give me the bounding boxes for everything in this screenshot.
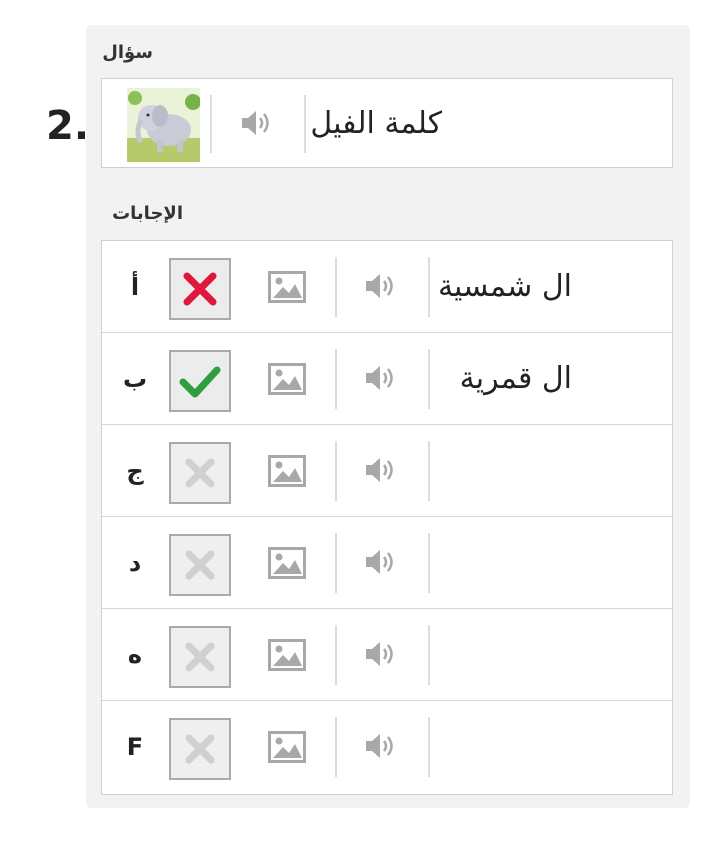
answers-list: أ ال شمسية ب ال قمرية ج د ه F [101,240,673,795]
answer-letter: د [128,549,142,577]
inactive-x-icon [185,642,215,672]
answers-section-label: الإجابات [112,203,183,224]
separator [335,533,337,593]
answer-state-toggle[interactable] [169,626,231,688]
inactive-x-icon [185,734,215,764]
separator [428,625,430,685]
answer-state-toggle[interactable] [169,534,231,596]
speaker-icon[interactable] [364,732,398,760]
add-image-icon[interactable] [268,547,306,579]
question-text-field[interactable]: كلمة الفيل [302,79,672,169]
answer-row: د [102,517,672,609]
speaker-icon[interactable] [364,640,398,668]
separator [335,625,337,685]
answer-text[interactable]: ال قمرية [460,333,572,425]
separator [335,441,337,501]
inactive-x-icon [185,458,215,488]
question-box: كلمة الفيل [101,78,673,168]
answer-row: ج [102,425,672,517]
add-image-icon[interactable] [268,731,306,763]
check-icon [179,366,221,398]
answer-wrong-toggle[interactable] [169,258,231,320]
answer-letter: أ [130,273,140,301]
speaker-icon[interactable] [364,548,398,576]
speaker-icon[interactable] [364,456,398,484]
inactive-x-icon [185,550,215,580]
question-section-label: سؤال [102,42,153,63]
answer-text[interactable]: ال شمسية [438,241,572,333]
answer-letter: ه [127,641,143,669]
answer-letter: ج [126,457,144,485]
separator [428,717,430,777]
add-image-icon[interactable] [268,639,306,671]
answer-letter: ب [122,365,148,393]
separator [428,257,430,317]
add-image-icon[interactable] [268,363,306,395]
answer-correct-toggle[interactable] [169,350,231,412]
question-text: كلمة الفيل [310,106,442,141]
speaker-icon[interactable] [240,109,274,137]
separator [210,95,212,153]
question-number: 2. [46,103,90,149]
elephant-image[interactable] [127,88,200,162]
separator [335,257,337,317]
add-image-icon[interactable] [268,271,306,303]
answer-state-toggle[interactable] [169,442,231,504]
separator [428,533,430,593]
separator [335,349,337,409]
answer-state-toggle[interactable] [169,718,231,780]
answer-row: ه [102,609,672,701]
speaker-icon[interactable] [364,272,398,300]
speaker-icon[interactable] [364,364,398,392]
separator [335,717,337,777]
wrong-x-icon [183,272,217,306]
add-image-icon[interactable] [268,455,306,487]
separator [428,349,430,409]
question-card: سؤال كلمة الفيل الإجابات أ ال شمسية ب ال… [86,25,690,808]
answer-row: أ ال شمسية [102,241,672,333]
answer-row: ب ال قمرية [102,333,672,425]
separator [428,441,430,501]
answer-row: F [102,701,672,793]
answer-letter: F [126,733,144,761]
